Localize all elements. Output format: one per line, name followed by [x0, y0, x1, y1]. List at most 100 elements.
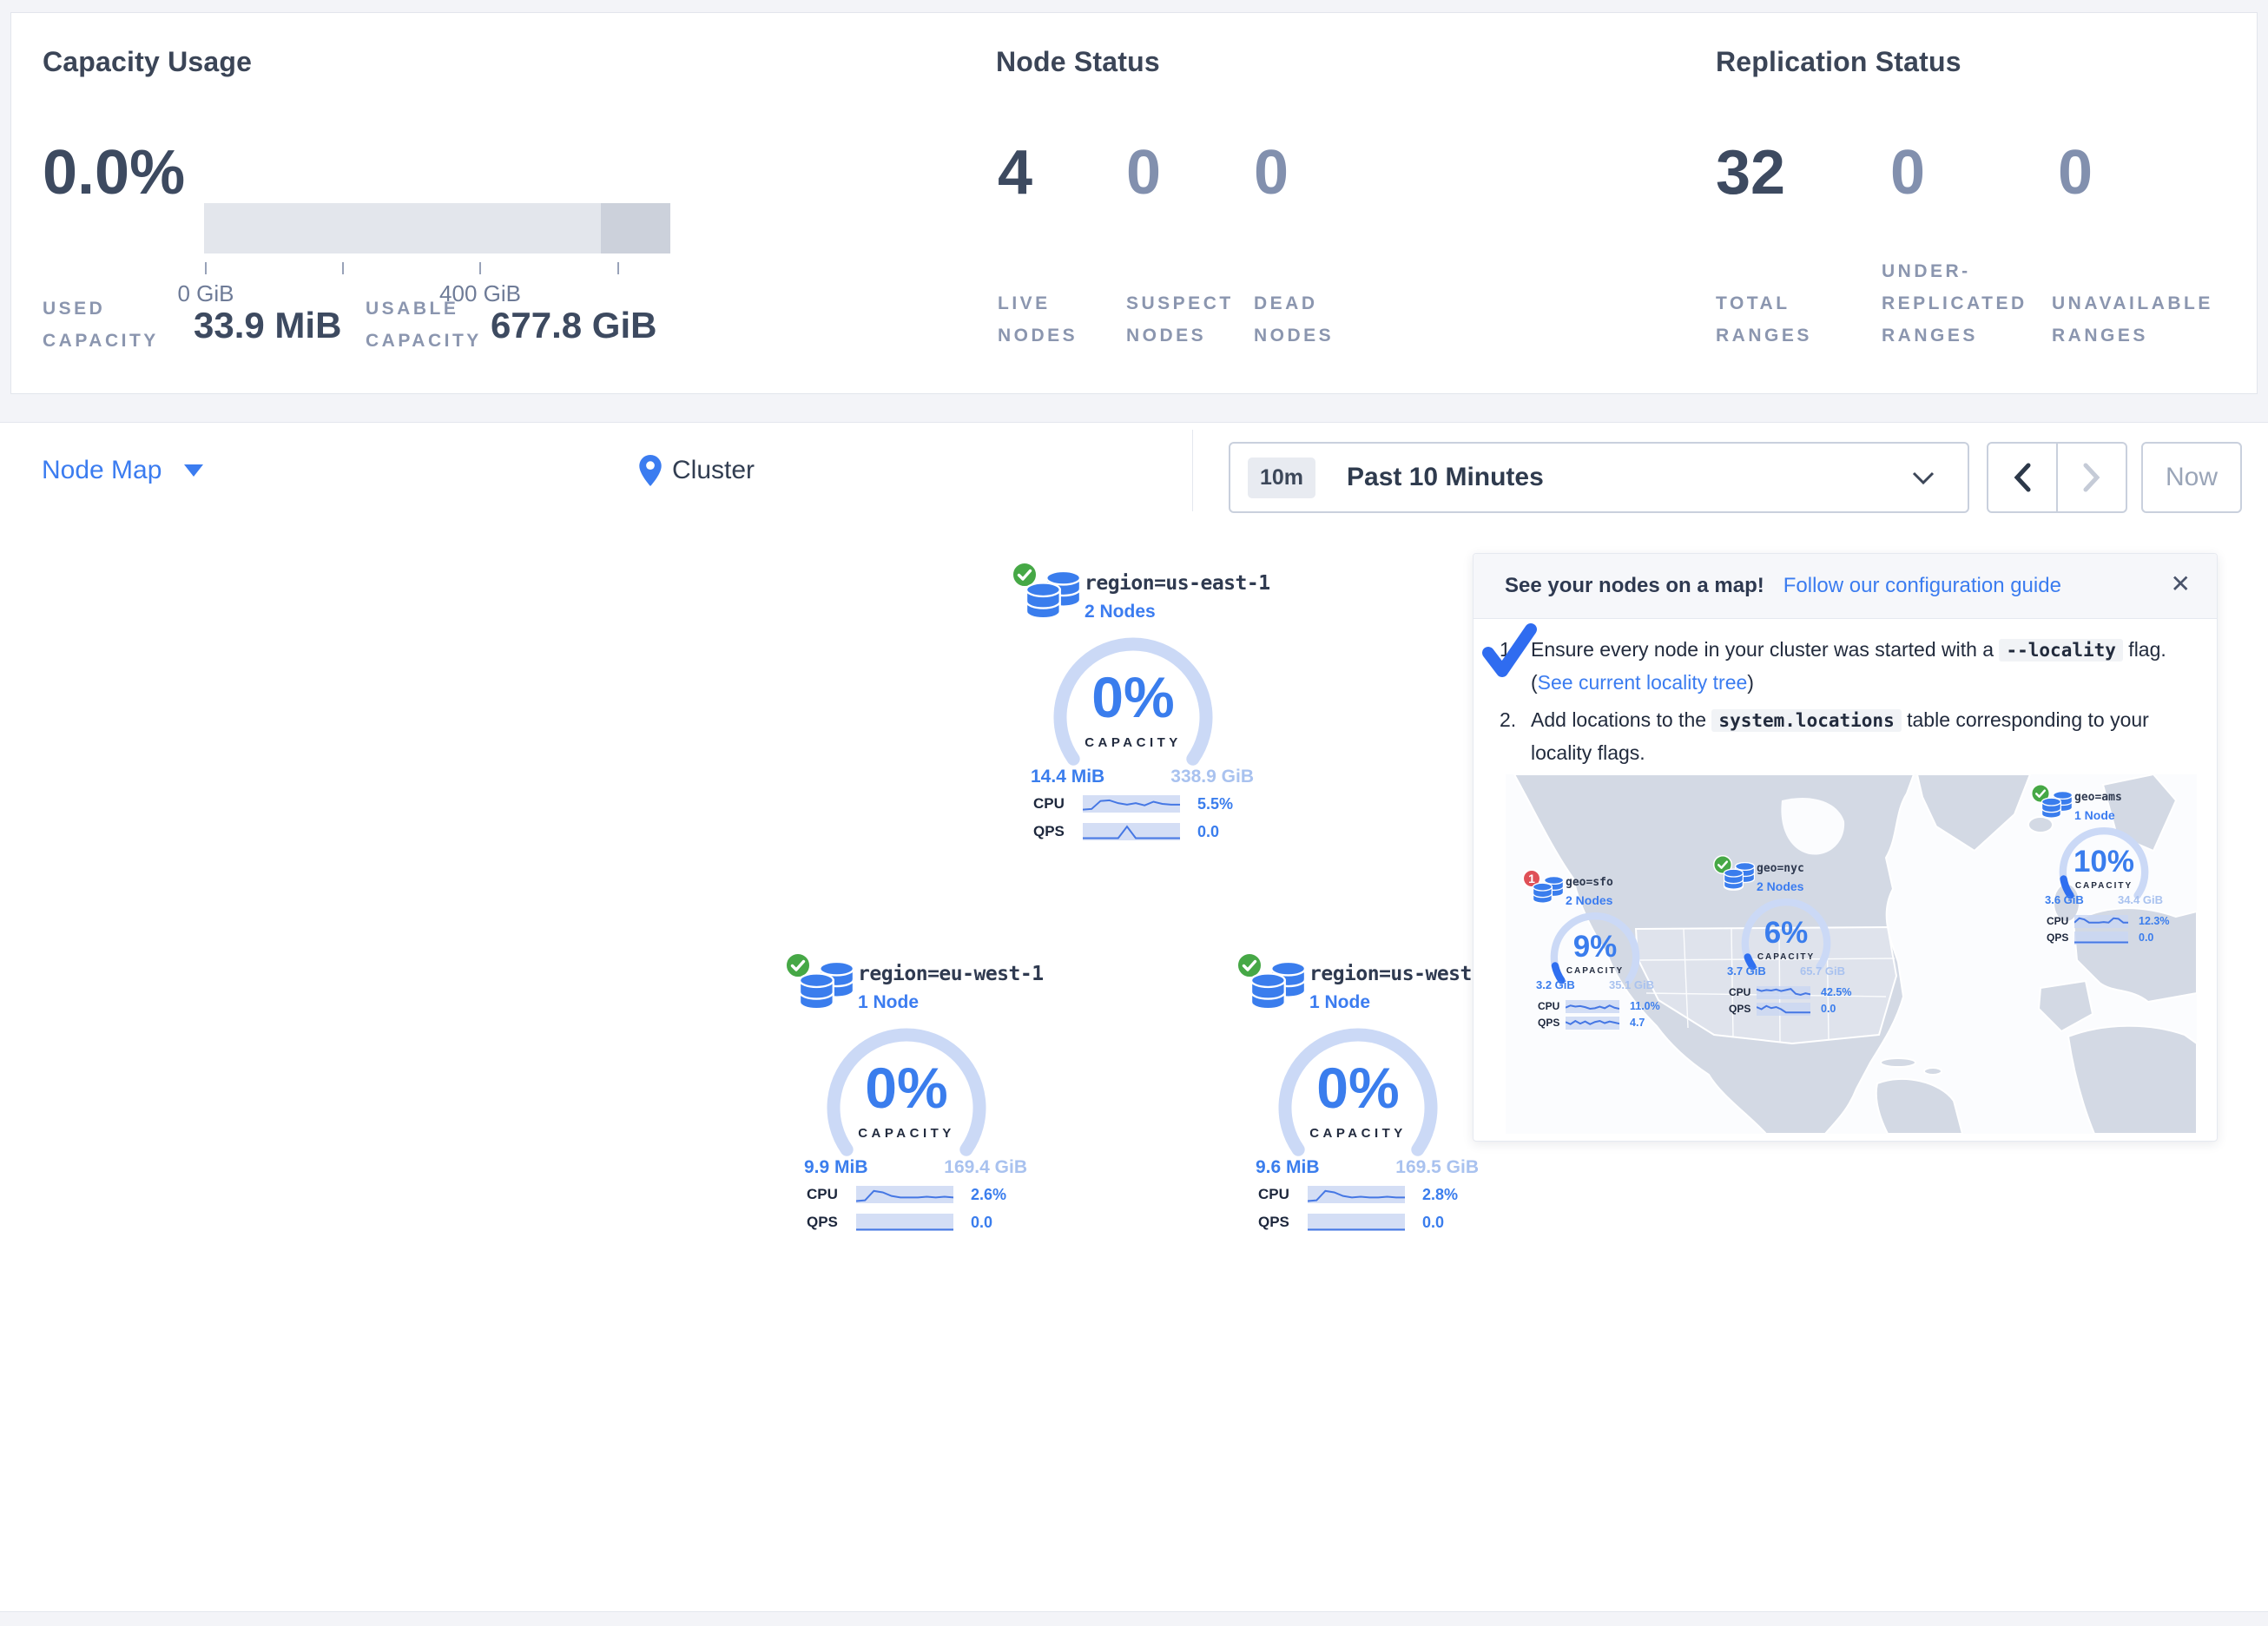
- axis-tick: [342, 262, 344, 274]
- capacity-axis-label-0: 0 GiB: [177, 280, 234, 307]
- popup-title: See your nodes on a map!: [1505, 574, 1764, 598]
- used-value: 3.6 GiB: [2045, 893, 2084, 906]
- qps-sparkline: [856, 1214, 953, 1231]
- time-range-value: Past 10 Minutes: [1347, 463, 1544, 492]
- used-value: 3.2 GiB: [1536, 978, 1575, 991]
- suspect-nodes-count: 0: [1126, 142, 1161, 204]
- toolbar-divider: [1192, 430, 1193, 511]
- total-value: 34.4 GiB: [2118, 893, 2163, 906]
- used-capacity-value: 33.9 MiB: [194, 305, 341, 346]
- qps-value: 4.7: [1630, 1017, 1645, 1029]
- axis-tick: [617, 262, 619, 274]
- qps-label: QPS: [1538, 1017, 1566, 1029]
- qps-label: QPS: [1729, 1003, 1757, 1015]
- total-ranges-label: TOTAL RANGES: [1716, 287, 1812, 352]
- nodes-on-map-popup: See your nodes on a map! Follow our conf…: [1473, 553, 2218, 1142]
- capacity-percent: 10%: [2056, 845, 2152, 879]
- under-replicated-count: 0: [1890, 142, 1925, 204]
- time-range-badge: 10m: [1248, 458, 1315, 498]
- now-button[interactable]: Now: [2141, 442, 2242, 513]
- view-mode-dropdown[interactable]: Node Map: [42, 423, 203, 518]
- live-nodes-count: 4: [998, 142, 1032, 204]
- cpu-label: CPU: [2047, 915, 2074, 927]
- cpu-value: 42.5%: [1821, 986, 1851, 998]
- popup-step-1: 1.Ensure every node in your cluster was …: [1500, 634, 2186, 699]
- region-node-eu-west-1[interactable]: region=eu-west-1 1 Node 0% CAPACITY 9.9 …: [778, 952, 1038, 1239]
- capacity-percent: 0%: [821, 1055, 992, 1121]
- capacity-word: CAPACITY: [1738, 952, 1834, 962]
- time-prev-button[interactable]: [1988, 444, 2056, 511]
- nodes-count-link[interactable]: 1 Node: [858, 992, 919, 1013]
- nodes-count-link[interactable]: 2 Nodes: [1085, 602, 1156, 622]
- qps-value: 0.0: [2139, 931, 2153, 944]
- region-label: region=eu-west-1: [858, 963, 1044, 985]
- cpu-value: 2.6%: [971, 1186, 1006, 1204]
- nodes-count-link[interactable]: 2 Nodes: [1757, 879, 1803, 893]
- time-range-select[interactable]: 10m Past 10 Minutes: [1229, 442, 1969, 513]
- map-node-geo-sfo[interactable]: 1 geo=sfo 2 Nodes 9% CAPACITY 3.2 GiB 35: [1522, 869, 1696, 1034]
- capacity-gauge: 0% CAPACITY: [821, 1025, 992, 1164]
- cpu-sparkline: [1083, 795, 1180, 813]
- region-node-us-west-1[interactable]: region=us-west-1 1 Node 0% CAPACITY 9.6 …: [1230, 952, 1490, 1239]
- database-icon: [1025, 570, 1081, 622]
- step-text: Ensure every node in your cluster was st…: [1531, 638, 1999, 661]
- step-text: ): [1747, 671, 1754, 694]
- capacity-bar: [204, 203, 670, 253]
- cpu-sparkline: [1757, 986, 1810, 999]
- capacity-usage-title: Capacity Usage: [43, 46, 252, 78]
- cpu-row: CPU 2.8%: [1258, 1186, 1458, 1203]
- cpu-row: CPU 5.5%: [1033, 795, 1233, 813]
- axis-tick: [479, 262, 481, 274]
- qps-sparkline: [1308, 1214, 1405, 1231]
- capacity-used-percent: 0.0%: [43, 142, 185, 204]
- time-next-button[interactable]: [2056, 444, 2126, 511]
- qps-label: QPS: [807, 1214, 856, 1231]
- chevron-down-icon: [184, 464, 203, 477]
- capacity-word: CAPACITY: [1547, 966, 1643, 976]
- capacity-gauge: 0% CAPACITY: [1048, 635, 1218, 774]
- configuration-guide-link[interactable]: Follow our configuration guide: [1783, 574, 2061, 598]
- cpu-label: CPU: [1729, 986, 1757, 998]
- map-node-geo-ams[interactable]: geo=ams 1 Node 10% CAPACITY 3.6 GiB 34.4…: [2031, 784, 2197, 949]
- total-value: 65.7 GiB: [1800, 964, 1845, 978]
- step-number: 2.: [1500, 704, 1516, 736]
- step-text: Add locations to the: [1531, 708, 1711, 731]
- cluster-overview-page: Capacity Usage 0.0% 0 GiB 400 GiB USED C…: [0, 0, 2268, 1625]
- used-value: 9.9 MiB: [804, 1157, 868, 1178]
- qps-value: 0.0: [1197, 823, 1219, 841]
- nodes-count-link[interactable]: 1 Node: [1309, 992, 1370, 1013]
- region-node-us-east-1[interactable]: region=us-east-1 2 Nodes 0% CAPACITY 14.…: [1005, 562, 1265, 848]
- nodes-count-link[interactable]: 1 Node: [2074, 808, 2115, 822]
- chevron-left-icon: [2013, 463, 2032, 492]
- chevron-right-icon: [2082, 463, 2101, 492]
- capacity-word: CAPACITY: [1273, 1126, 1443, 1141]
- capacity-percent: 0%: [1273, 1055, 1443, 1121]
- capacity-word: CAPACITY: [821, 1126, 992, 1141]
- mini-map: 1 geo=sfo 2 Nodes 9% CAPACITY 3.2 GiB 35: [1506, 774, 2197, 1134]
- nodes-count-link[interactable]: 2 Nodes: [1566, 893, 1612, 907]
- cpu-value: 11.0%: [1630, 1000, 1660, 1012]
- cpu-row: CPU 42.5%: [1729, 985, 1851, 999]
- qps-label: QPS: [1033, 823, 1083, 840]
- qps-row: QPS 0.0: [807, 1214, 992, 1231]
- locality-tree-link[interactable]: See current locality tree: [1538, 671, 1748, 694]
- qps-value: 0.0: [971, 1214, 992, 1232]
- qps-row: QPS 0.0: [1033, 823, 1219, 840]
- under-replicated-label: UNDER- REPLICATED RANGES: [1882, 255, 2027, 352]
- usable-capacity-value: 677.8 GiB: [491, 305, 656, 346]
- blue-check-icon: [1482, 623, 1538, 677]
- cpu-sparkline: [1566, 1000, 1619, 1013]
- chevron-down-icon: [1912, 471, 1935, 485]
- total-value: 169.5 GiB: [1395, 1157, 1479, 1178]
- qps-row: QPS 0.0: [1258, 1214, 1444, 1231]
- cpu-label: CPU: [807, 1186, 856, 1203]
- database-icon: [1724, 862, 1755, 892]
- region-label: region=us-east-1: [1085, 572, 1270, 595]
- qps-sparkline: [2074, 931, 2128, 945]
- breadcrumb[interactable]: Cluster: [639, 423, 755, 518]
- time-step-controls: [1987, 442, 2127, 513]
- map-node-geo-nyc[interactable]: geo=nyc 2 Nodes 6% CAPACITY 3.7 GiB 65.7…: [1713, 855, 1887, 1020]
- region-label: geo=nyc: [1757, 862, 1804, 875]
- database-icon: [1533, 876, 1564, 905]
- close-icon[interactable]: ✕: [2171, 569, 2191, 598]
